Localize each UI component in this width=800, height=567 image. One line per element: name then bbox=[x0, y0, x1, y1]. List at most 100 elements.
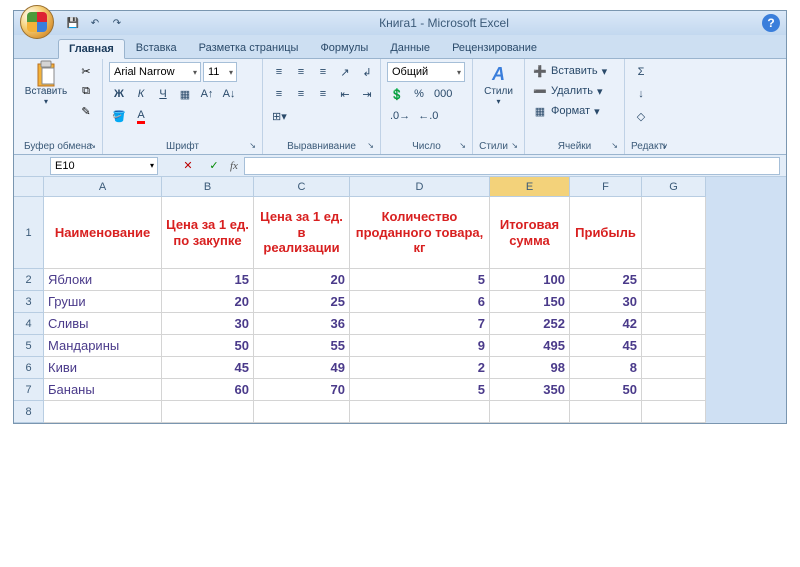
cell-D1[interactable]: Количество проданного товара, кг bbox=[350, 197, 490, 269]
cell-G2[interactable] bbox=[642, 269, 706, 291]
grow-font-icon[interactable]: A↑ bbox=[197, 84, 217, 104]
cell-F5[interactable]: 45 bbox=[570, 335, 642, 357]
decrease-decimal-icon[interactable]: ←.0 bbox=[415, 106, 441, 126]
currency-icon[interactable]: 💲 bbox=[387, 84, 407, 104]
row-header-2[interactable]: 2 bbox=[14, 269, 44, 291]
cut-icon[interactable]: ✂ bbox=[76, 62, 96, 80]
increase-indent-icon[interactable]: ⇥ bbox=[357, 84, 377, 104]
cell-C7[interactable]: 70 bbox=[254, 379, 350, 401]
cell-B4[interactable]: 30 bbox=[162, 313, 254, 335]
save-icon[interactable]: 💾 bbox=[64, 14, 82, 32]
cell-F4[interactable]: 42 bbox=[570, 313, 642, 335]
delete-cells-button[interactable]: ➖Удалить ▾ bbox=[531, 82, 611, 100]
cell-C2[interactable]: 20 bbox=[254, 269, 350, 291]
cell-G3[interactable] bbox=[642, 291, 706, 313]
cell-C5[interactable]: 55 bbox=[254, 335, 350, 357]
cell-G4[interactable] bbox=[642, 313, 706, 335]
row-header-4[interactable]: 4 bbox=[14, 313, 44, 335]
cell-F7[interactable]: 50 bbox=[570, 379, 642, 401]
undo-icon[interactable]: ↶ bbox=[86, 14, 104, 32]
cell-B5[interactable]: 50 bbox=[162, 335, 254, 357]
cell-C8[interactable] bbox=[254, 401, 350, 423]
cell-C3[interactable]: 25 bbox=[254, 291, 350, 313]
fx-confirm-icon[interactable]: ✓ bbox=[204, 156, 224, 176]
cell-D6[interactable]: 2 bbox=[350, 357, 490, 379]
cell-B8[interactable] bbox=[162, 401, 254, 423]
align-bottom-icon[interactable]: ≡ bbox=[313, 62, 333, 82]
row-header-7[interactable]: 7 bbox=[14, 379, 44, 401]
font-color-icon[interactable]: A bbox=[131, 106, 151, 126]
underline-button[interactable]: Ч bbox=[153, 84, 173, 104]
cell-F1[interactable]: Прибыль bbox=[570, 197, 642, 269]
col-header-A[interactable]: A bbox=[44, 177, 162, 197]
cell-A7[interactable]: Бананы bbox=[44, 379, 162, 401]
col-header-D[interactable]: D bbox=[350, 177, 490, 197]
formula-input[interactable] bbox=[244, 157, 780, 175]
merge-cells-icon[interactable]: ⊞▾ bbox=[269, 106, 290, 126]
orientation-icon[interactable]: ↗ bbox=[335, 62, 355, 82]
cell-E8[interactable] bbox=[490, 401, 570, 423]
cell-E6[interactable]: 98 bbox=[490, 357, 570, 379]
cell-D4[interactable]: 7 bbox=[350, 313, 490, 335]
row-header-8[interactable]: 8 bbox=[14, 401, 44, 423]
cell-E2[interactable]: 100 bbox=[490, 269, 570, 291]
col-header-G[interactable]: G bbox=[642, 177, 706, 197]
cell-F3[interactable]: 30 bbox=[570, 291, 642, 313]
col-header-C[interactable]: C bbox=[254, 177, 350, 197]
row-header-3[interactable]: 3 bbox=[14, 291, 44, 313]
cell-G8[interactable] bbox=[642, 401, 706, 423]
align-top-icon[interactable]: ≡ bbox=[269, 62, 289, 82]
align-left-icon[interactable]: ≡ bbox=[269, 84, 289, 104]
col-header-F[interactable]: F bbox=[570, 177, 642, 197]
tab-insert[interactable]: Вставка bbox=[125, 38, 188, 58]
font-name-select[interactable]: Arial Narrow bbox=[109, 62, 201, 82]
cell-A2[interactable]: Яблоки bbox=[44, 269, 162, 291]
copy-icon[interactable]: ⧉ bbox=[76, 82, 96, 100]
row-header-5[interactable]: 5 bbox=[14, 335, 44, 357]
comma-style-icon[interactable]: 000 bbox=[431, 84, 455, 104]
cell-A3[interactable]: Груши bbox=[44, 291, 162, 313]
autosum-icon[interactable]: Σ bbox=[631, 62, 651, 82]
italic-button[interactable]: К bbox=[131, 84, 151, 104]
tab-home[interactable]: Главная bbox=[58, 39, 125, 59]
wrap-text-icon[interactable]: ↲ bbox=[357, 62, 377, 82]
paste-button[interactable]: Вставить ▾ bbox=[20, 62, 72, 106]
format-cells-button[interactable]: ▦Формат ▾ bbox=[531, 102, 611, 120]
format-painter-icon[interactable]: ✎ bbox=[76, 102, 96, 120]
tab-formulas[interactable]: Формулы bbox=[309, 38, 379, 58]
shrink-font-icon[interactable]: A↓ bbox=[219, 84, 239, 104]
office-button[interactable] bbox=[20, 5, 54, 39]
cell-C6[interactable]: 49 bbox=[254, 357, 350, 379]
align-right-icon[interactable]: ≡ bbox=[313, 84, 333, 104]
cell-D3[interactable]: 6 bbox=[350, 291, 490, 313]
cell-B1[interactable]: Цена за 1 ед. по закупке bbox=[162, 197, 254, 269]
cell-G5[interactable] bbox=[642, 335, 706, 357]
cell-A6[interactable]: Киви bbox=[44, 357, 162, 379]
increase-decimal-icon[interactable]: .0→ bbox=[387, 106, 413, 126]
row-header-6[interactable]: 6 bbox=[14, 357, 44, 379]
cell-A4[interactable]: Сливы bbox=[44, 313, 162, 335]
grid[interactable]: НаименованиеЦена за 1 ед. по закупкеЦена… bbox=[44, 197, 706, 423]
tab-review[interactable]: Рецензирование bbox=[441, 38, 548, 58]
number-format-select[interactable]: Общий bbox=[387, 62, 465, 82]
cell-D7[interactable]: 5 bbox=[350, 379, 490, 401]
cell-A1[interactable]: Наименование bbox=[44, 197, 162, 269]
cell-B3[interactable]: 20 bbox=[162, 291, 254, 313]
font-size-select[interactable]: 11 bbox=[203, 62, 237, 82]
cell-D2[interactable]: 5 bbox=[350, 269, 490, 291]
align-middle-icon[interactable]: ≡ bbox=[291, 62, 311, 82]
decrease-indent-icon[interactable]: ⇤ bbox=[335, 84, 355, 104]
cell-B2[interactable]: 15 bbox=[162, 269, 254, 291]
cell-G1[interactable] bbox=[642, 197, 706, 269]
cell-A8[interactable] bbox=[44, 401, 162, 423]
cell-E3[interactable]: 150 bbox=[490, 291, 570, 313]
cell-E7[interactable]: 350 bbox=[490, 379, 570, 401]
cell-F6[interactable]: 8 bbox=[570, 357, 642, 379]
tab-page-layout[interactable]: Разметка страницы bbox=[188, 38, 310, 58]
cell-E5[interactable]: 495 bbox=[490, 335, 570, 357]
tab-data[interactable]: Данные bbox=[379, 38, 441, 58]
cell-F2[interactable]: 25 bbox=[570, 269, 642, 291]
cell-A5[interactable]: Мандарины bbox=[44, 335, 162, 357]
col-header-E[interactable]: E bbox=[490, 177, 570, 197]
styles-button[interactable]: A Стили ▾ bbox=[479, 62, 518, 106]
